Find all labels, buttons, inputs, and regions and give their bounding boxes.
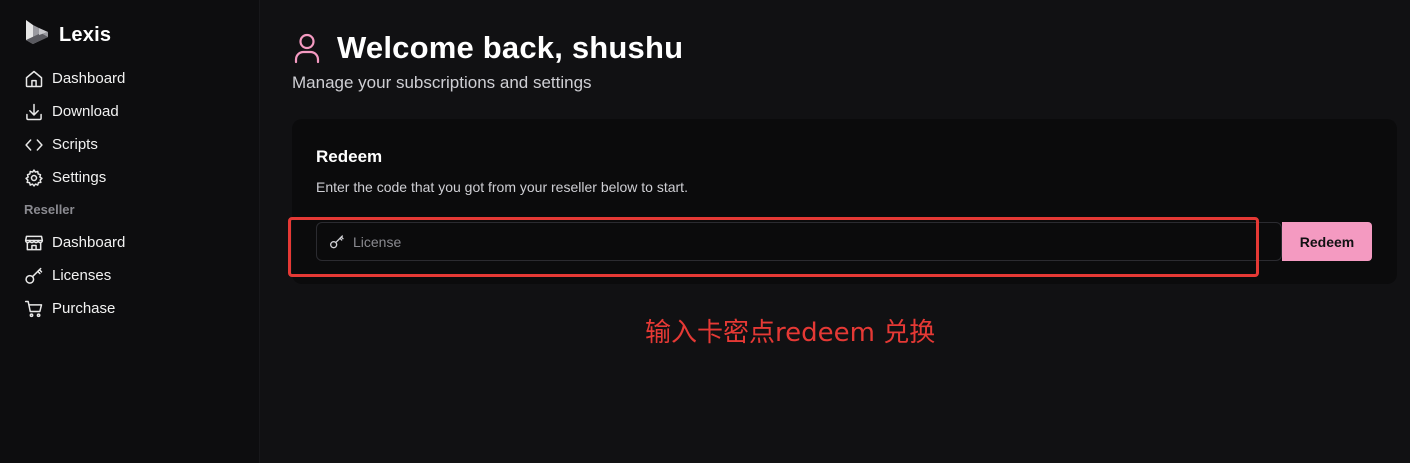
sidebar-item-reseller-dashboard[interactable]: Dashboard (22, 226, 259, 259)
main-content: Welcome back, shushu Manage your subscri… (260, 0, 1410, 463)
sidebar-item-scripts[interactable]: Scripts (22, 128, 259, 161)
gear-icon (25, 168, 43, 187)
sidebar-item-dashboard[interactable]: Dashboard (22, 62, 259, 95)
sidebar-item-download[interactable]: Download (22, 95, 259, 128)
sidebar-item-label: Settings (52, 169, 107, 186)
sidebar-item-label: Dashboard (52, 234, 126, 251)
cart-icon (24, 300, 43, 317)
lexis-logo-icon (26, 20, 48, 44)
license-input-wrapper[interactable] (316, 222, 1282, 261)
license-input[interactable] (353, 233, 1281, 250)
sidebar-item-label: Scripts (52, 136, 98, 153)
redeem-card: Redeem Enter the code that you got from … (292, 119, 1397, 284)
page-subtitle: Manage your subscriptions and settings (292, 73, 592, 92)
home-icon (25, 70, 43, 87)
redeem-button[interactable]: Redeem (1282, 222, 1372, 261)
sidebar-item-licenses[interactable]: Licenses (22, 259, 259, 292)
sidebar-section-reseller: Reseller (24, 201, 75, 217)
sidebar: Lexis Dashboard Download Scripts Setting… (0, 0, 260, 463)
page-header: Welcome back, shushu (293, 30, 683, 66)
sidebar-item-settings[interactable]: Settings (22, 161, 259, 194)
brand-name: Lexis (59, 23, 112, 46)
redeem-card-description: Enter the code that you got from your re… (316, 179, 688, 195)
sidebar-item-label: Download (52, 103, 119, 120)
download-icon (26, 103, 42, 120)
annotation-text: 输入卡密点redeem 兑换 (645, 318, 936, 348)
store-icon (24, 235, 44, 250)
sidebar-item-purchase[interactable]: Purchase (22, 292, 259, 325)
sidebar-item-label: Purchase (52, 300, 116, 317)
redeem-card-title: Redeem (316, 147, 383, 166)
sidebar-item-label: Licenses (52, 267, 112, 284)
key-icon (330, 234, 344, 248)
page-title: Welcome back, shushu (337, 30, 684, 65)
user-icon (294, 33, 320, 64)
key-icon (25, 267, 43, 284)
code-icon (25, 138, 43, 151)
brand[interactable]: Lexis (22, 18, 259, 52)
app-window: Lexis Dashboard Download Scripts Setting… (0, 0, 1410, 463)
sidebar-item-label: Dashboard (52, 70, 126, 87)
